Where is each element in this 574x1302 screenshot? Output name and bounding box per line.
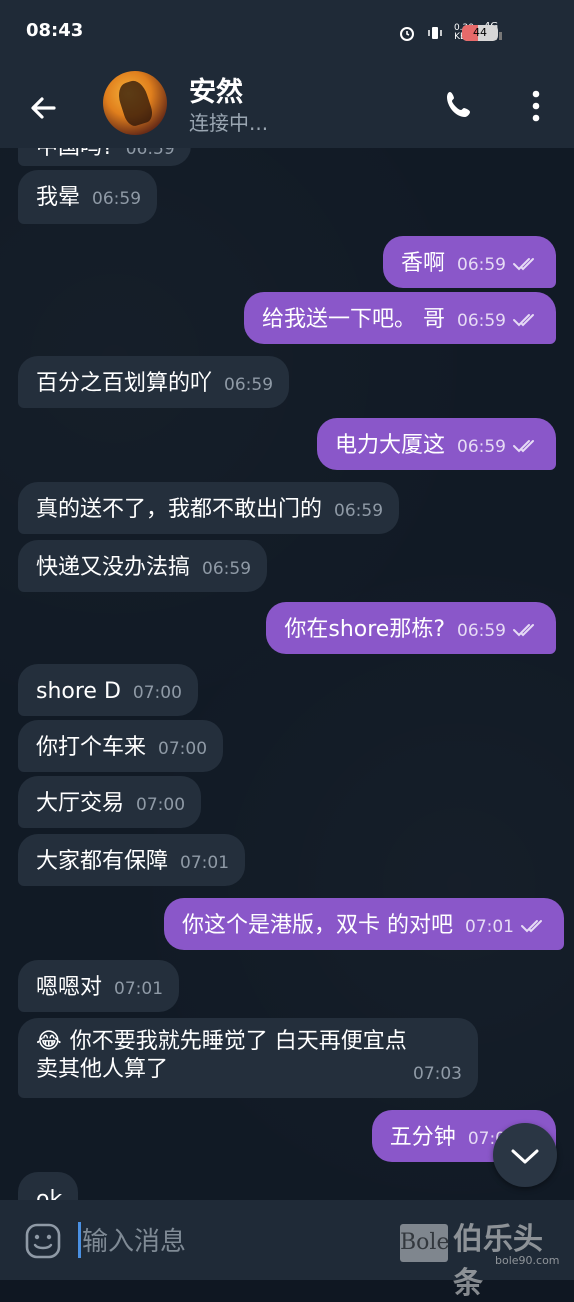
double-check-icon xyxy=(513,258,534,271)
message-text: 五分钟 xyxy=(389,1125,456,1150)
status-bar: 08:43 0.20 KB/s 4G 44 xyxy=(0,0,574,64)
message-time: 07:01 xyxy=(465,917,514,937)
double-check-icon xyxy=(513,440,534,453)
outgoing-message[interactable]: 你在shore那栋? 06:59 xyxy=(266,602,556,654)
status-time: 08:43 xyxy=(26,20,84,41)
message-text: 给我送一下吧。 哥 xyxy=(262,307,445,332)
message-text: 我晕 xyxy=(36,185,81,210)
incoming-message[interactable]: 我晕 06:59 xyxy=(18,170,158,224)
message-time: 06:59 xyxy=(457,621,506,641)
outgoing-message[interactable]: 给我送一下吧。 哥 06:59 xyxy=(244,292,556,344)
chat-header: 安然 连接中... xyxy=(0,64,574,148)
message-text: 大厅交易 xyxy=(36,791,125,816)
message-time: 07:00 xyxy=(136,795,186,815)
double-check-icon xyxy=(513,314,534,327)
scroll-down-button[interactable] xyxy=(493,1123,557,1187)
battery-indicator: 44 xyxy=(462,25,498,41)
more-vert-icon[interactable] xyxy=(522,84,550,128)
vibrate-icon xyxy=(428,26,442,39)
contact-name[interactable]: 安然 xyxy=(189,70,243,109)
message-text: 真的送不了，我都不敢出门的 xyxy=(36,497,323,522)
incoming-message[interactable]: 你打个车来 07:00 xyxy=(18,720,224,772)
message-time: 06:59 xyxy=(457,437,506,457)
message-time: 07:01 xyxy=(180,853,230,873)
incoming-message[interactable]: 大厅交易 07:00 xyxy=(18,776,202,828)
message-text: 你打个车来 xyxy=(36,735,147,760)
double-check-icon xyxy=(521,920,542,933)
incoming-message[interactable]: 百分之百划算的吖 06:59 xyxy=(18,356,290,408)
incoming-message[interactable]: shore D 07:00 xyxy=(18,664,198,716)
message-input[interactable] xyxy=(80,1220,384,1264)
message-text: 嗯嗯对 xyxy=(36,975,103,1000)
message-time: 06:59 xyxy=(224,375,274,395)
message-time: 07:00 xyxy=(158,739,208,759)
alarm-icon xyxy=(399,26,414,41)
message-text: shore D xyxy=(36,679,121,704)
message-time: 06:59 xyxy=(202,559,252,579)
battery-level: 44 xyxy=(473,26,487,39)
message-text: 卖其他人算了 xyxy=(36,1057,169,1082)
incoming-message[interactable]: 嗯嗯对 07:01 xyxy=(18,960,180,1012)
laughing-emoji-icon: 😂 xyxy=(36,1029,62,1054)
message-text: 百分之百划算的吖 xyxy=(36,371,213,396)
message-time: 06:59 xyxy=(457,255,506,275)
message-time: 07:03 xyxy=(413,1064,462,1084)
back-arrow-icon[interactable] xyxy=(24,88,64,128)
message-text: 你不要我就先睡觉了 白天再便宜点 xyxy=(69,1029,407,1054)
avatar[interactable] xyxy=(103,71,167,135)
message-text: 你在shore那栋? xyxy=(284,617,445,642)
double-check-icon xyxy=(513,624,534,637)
incoming-message[interactable]: 快递又没办法搞 06:59 xyxy=(18,540,268,592)
message-text: 大家都有保障 xyxy=(36,849,169,874)
message-text: 快递又没办法搞 xyxy=(36,555,191,580)
outgoing-message[interactable]: 电力大厦这 06:59 xyxy=(316,418,556,470)
chevron-down-icon xyxy=(511,1149,539,1164)
watermark-logo: Bole xyxy=(400,1224,449,1262)
emoji-icon[interactable] xyxy=(24,1222,62,1260)
watermark: Bole 伯乐头条 bole90.com xyxy=(395,1210,570,1301)
message-time: 07:00 xyxy=(132,683,182,703)
message-time: 06:59 xyxy=(92,189,142,209)
watermark-url: bole90.com xyxy=(495,1254,560,1267)
message-time: 06:59 xyxy=(334,501,384,521)
incoming-message[interactable]: 😂 你不要我就先睡觉了 白天再便宜点卖其他人算了 07:03 xyxy=(18,1018,478,1098)
message-time: 06:59 xyxy=(457,311,506,331)
connection-status: 连接中... xyxy=(189,111,269,135)
outgoing-message[interactable]: 香啊 06:59 xyxy=(382,236,556,288)
incoming-message[interactable]: 大家都有保障 07:01 xyxy=(18,834,246,886)
message-text: 你这个是港版，双卡 的对吧 xyxy=(182,913,453,938)
incoming-message[interactable]: 真的送不了，我都不敢出门的 06:59 xyxy=(18,482,400,534)
message-text: 香啊 xyxy=(400,251,445,276)
message-text: 电力大厦这 xyxy=(334,433,445,458)
phone-icon[interactable] xyxy=(440,86,480,126)
outgoing-message[interactable]: 你这个是港版，双卡 的对吧 07:01 xyxy=(164,898,564,950)
message-time: 07:01 xyxy=(114,979,164,999)
